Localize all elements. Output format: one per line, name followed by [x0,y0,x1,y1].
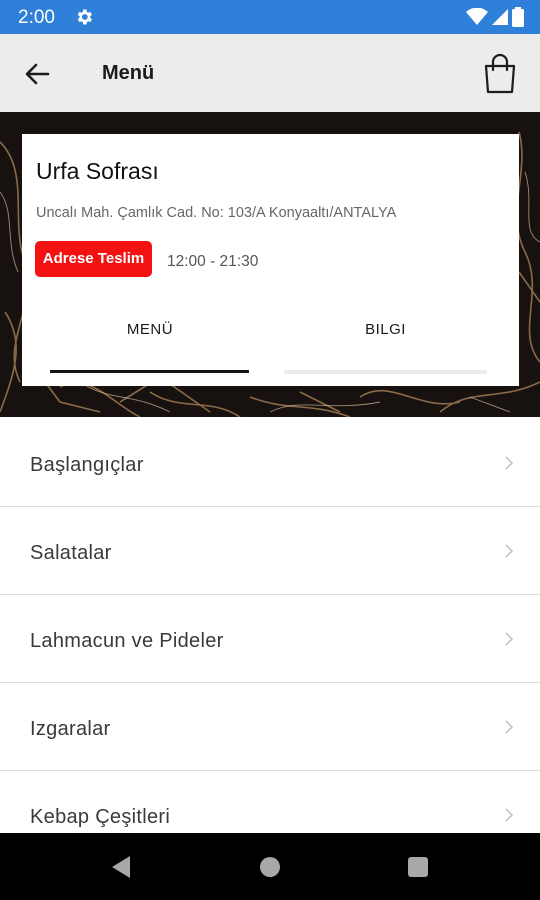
tab-info[interactable]: BILGI [284,314,487,374]
status-indicators [466,7,524,27]
tab-info-label: BILGI [365,321,406,338]
delivery-badge: Adrese Teslim [35,241,152,277]
category-list: Başlangıçlar Salatalar Lahmacun ve Pidel… [0,418,540,833]
shopping-bag-icon[interactable] [482,52,518,94]
category-label: Başlangıçlar [30,454,144,476]
app-bar: Menü [0,34,540,112]
battery-icon [512,7,524,27]
restaurant-name: Urfa Sofrası [36,158,159,184]
chevron-right-icon [505,808,514,822]
tab-menu-label: MENÜ [126,321,174,338]
opening-hours: 12:00 - 21:30 [167,253,259,270]
restaurant-address: Uncalı Mah. Çamlık Cad. No: 103/A Konyaa… [36,205,397,221]
nav-home-icon[interactable] [260,857,280,877]
status-bar: 2:00 [0,0,540,34]
category-label: Izgaralar [30,718,111,740]
category-label: Kebap Çeşitleri [30,806,171,828]
system-navigation-bar [0,833,540,900]
settings-gear-icon [77,9,92,25]
category-row[interactable]: Izgaralar [0,682,540,771]
category-row[interactable]: Lahmacun ve Pideler [0,594,540,683]
tab-menu[interactable]: MENÜ [50,314,250,374]
signal-icon [492,9,508,25]
nav-recents-icon[interactable] [408,857,428,877]
chevron-right-icon [505,544,514,558]
category-row[interactable]: Kebap Çeşitleri [0,770,540,833]
status-time: 2:00 [18,7,55,28]
category-row[interactable]: Başlangıçlar [0,418,540,507]
category-label: Salatalar [30,542,112,564]
category-row[interactable]: Salatalar [0,506,540,595]
nav-back-icon[interactable] [110,854,132,880]
page-title: Menü [102,62,155,84]
chevron-right-icon [505,456,514,470]
chevron-right-icon [505,632,514,646]
wifi-icon [466,8,488,25]
chevron-right-icon [505,720,514,734]
tab-active-indicator [50,370,249,373]
tab-inactive-indicator [284,370,487,374]
category-label: Lahmacun ve Pideler [30,630,224,652]
restaurant-info-card: Urfa Sofrası Uncalı Mah. Çamlık Cad. No:… [22,134,519,386]
back-arrow-icon[interactable] [22,59,52,89]
